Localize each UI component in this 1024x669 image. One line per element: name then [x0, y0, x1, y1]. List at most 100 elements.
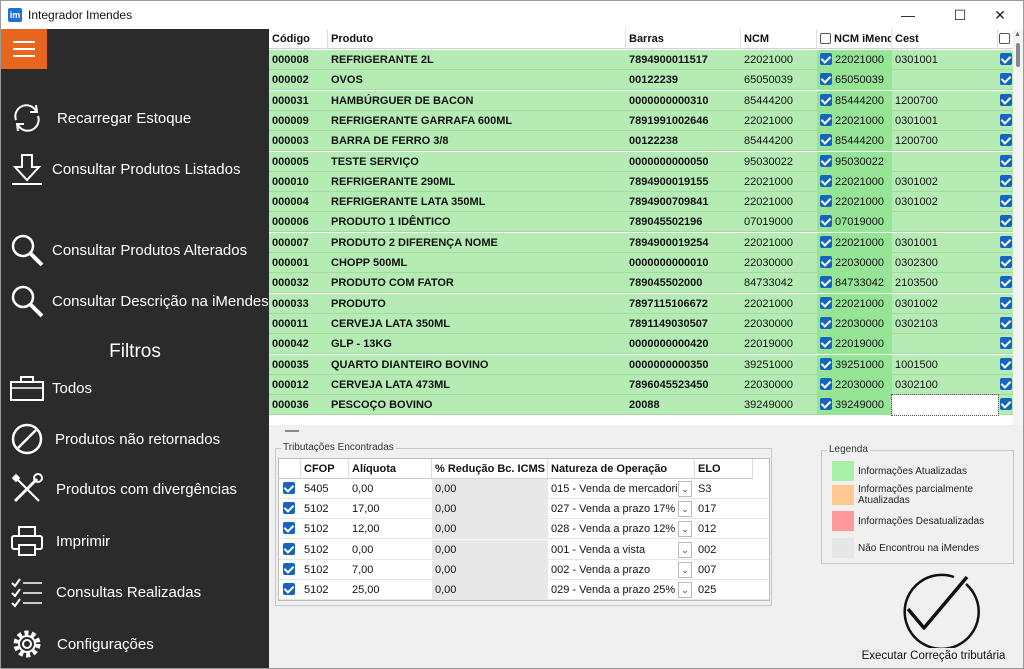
- cest-checkbox[interactable]: [1000, 93, 1012, 106]
- cest-checkbox[interactable]: [1000, 296, 1012, 309]
- cest-select-all-checkbox[interactable]: [999, 33, 1010, 44]
- cell-natureza[interactable]: 015 - Venda de mercadoria ⌄: [548, 479, 695, 499]
- chevron-down-icon[interactable]: ⌄: [678, 501, 692, 518]
- row-select-cell[interactable]: [279, 540, 301, 560]
- cell-ncm-imendes[interactable]: 39251000: [817, 354, 892, 375]
- cest-checkbox-cell[interactable]: [1000, 212, 1014, 232]
- table-row[interactable]: 000002 OVOS 00122239 65050039 65050039: [269, 70, 1014, 91]
- cell-ncm-imendes[interactable]: 85444200: [817, 90, 892, 111]
- table-row[interactable]: 5102 7,00 0,00 002 - Venda a prazo ⌄ 007: [279, 559, 769, 580]
- column-header-barras[interactable]: Barras: [626, 29, 741, 49]
- cell-ncm-imendes[interactable]: 95030022: [817, 151, 892, 172]
- table-row[interactable]: 000033 PRODUTO 7897115106672 22021000 220210…: [269, 293, 1014, 314]
- row-select-checkbox[interactable]: [283, 522, 295, 535]
- row-select-cell[interactable]: [279, 560, 301, 580]
- column-header-aliquota[interactable]: Alíquota: [349, 459, 432, 479]
- cest-checkbox[interactable]: [1000, 113, 1012, 126]
- cest-checkbox[interactable]: [1000, 398, 1012, 411]
- cest-checkbox-cell[interactable]: [1000, 395, 1014, 415]
- table-row[interactable]: 000004 REFRIGERANTE LATA 350ML 78949007098…: [269, 192, 1014, 213]
- cell-natureza[interactable]: 029 - Venda a prazo 25% ⌄: [548, 580, 695, 600]
- cest-checkbox[interactable]: [1000, 154, 1012, 167]
- table-row[interactable]: 000032 PRODUTO COM FATOR 789045502000 84733…: [269, 273, 1014, 294]
- ncm-imendes-checkbox[interactable]: [820, 357, 832, 370]
- ncm-imendes-checkbox[interactable]: [820, 53, 832, 65]
- row-select-cell[interactable]: [279, 499, 301, 519]
- cest-checkbox-cell[interactable]: [1000, 273, 1014, 293]
- table-row[interactable]: 5102 0,00 0,00 001 - Venda a vista ⌄ 002: [279, 539, 769, 560]
- column-header-ncm-imendes[interactable]: NCM iMendes: [817, 29, 892, 49]
- column-header-produto[interactable]: Produto: [328, 29, 626, 49]
- row-select-cell[interactable]: [279, 519, 301, 539]
- close-button[interactable]: ✕: [977, 1, 1023, 29]
- sidebar-item-consultar-produtos-listados[interactable]: Consultar Produtos Listados: [1, 149, 269, 189]
- table-row[interactable]: 000036 PESCOÇO BOVINO 20088 39249000 3924900…: [269, 394, 1014, 417]
- cell-ncm-imendes[interactable]: 22030000: [817, 313, 892, 334]
- cest-checkbox-cell[interactable]: [1000, 70, 1014, 90]
- cell-natureza[interactable]: 028 - Venda a prazo 12% ⌄: [548, 519, 695, 539]
- sidebar-item-recarregar-estoque[interactable]: Recarregar Estoque: [1, 98, 269, 138]
- ncm-imendes-checkbox[interactable]: [820, 316, 832, 329]
- row-select-checkbox[interactable]: [283, 542, 295, 555]
- cest-checkbox-cell[interactable]: [1000, 50, 1014, 70]
- cest-checkbox[interactable]: [1000, 215, 1012, 228]
- table-row[interactable]: 000012 CERVEJA LATA 473ML 7896045523450 220…: [269, 374, 1014, 395]
- ncm-imendes-checkbox[interactable]: [820, 276, 832, 289]
- cest-checkbox-cell[interactable]: [1000, 294, 1014, 314]
- ncm-imendes-checkbox[interactable]: [820, 377, 832, 390]
- configuracoes-button[interactable]: Configurações: [1, 624, 269, 664]
- cest-checkbox-cell[interactable]: [1000, 233, 1014, 253]
- cell-ncm-imendes[interactable]: 22030000: [817, 253, 892, 273]
- tributacoes-grid[interactable]: CFOP Alíquota % Redução Bc. ICMS Naturez…: [278, 458, 770, 601]
- ncm-imendes-checkbox[interactable]: [820, 134, 832, 147]
- cest-checkbox[interactable]: [1000, 276, 1012, 289]
- table-row[interactable]: 000005 TESTE SERVIÇO 0000000000050 95030022…: [269, 151, 1014, 172]
- table-row[interactable]: 000010 REFRIGERANTE 290ML 7894900019155 220…: [269, 171, 1014, 192]
- cest-checkbox[interactable]: [1000, 377, 1012, 390]
- row-select-cell[interactable]: [279, 580, 301, 600]
- filter-produtos-com-divergencias[interactable]: Produtos com divergências: [1, 469, 269, 509]
- chevron-down-icon[interactable]: ⌄: [678, 582, 692, 598]
- cest-checkbox-cell[interactable]: [1000, 355, 1014, 375]
- table-row[interactable]: 5102 12,00 0,00 028 - Venda a prazo 12% ⌄ 012: [279, 519, 769, 540]
- print-button[interactable]: Imprimir: [1, 521, 269, 561]
- chevron-down-icon[interactable]: ⌄: [678, 561, 692, 578]
- table-row[interactable]: 000009 REFRIGERANTE GARRAFA 600ML 78919910…: [269, 110, 1014, 131]
- products-grid[interactable]: Código Produto Barras NCM NCM iMendes Ce…: [269, 29, 1023, 425]
- cest-checkbox-cell[interactable]: [1000, 314, 1014, 334]
- cell-ncm-imendes[interactable]: 22021000: [817, 110, 892, 131]
- cest-checkbox[interactable]: [1000, 53, 1012, 65]
- table-row[interactable]: 000042 GLP - 13KG 0000000000420 22019000 220…: [269, 334, 1014, 355]
- cell-ncm-imendes[interactable]: 22021000: [817, 192, 892, 213]
- column-header-natureza[interactable]: Natureza de Operação: [548, 459, 695, 479]
- cell-ncm-imendes[interactable]: 85444200: [817, 131, 892, 152]
- scroll-up-icon[interactable]: ▲: [1014, 31, 1021, 38]
- cell-ncm-imendes[interactable]: 22021000: [817, 293, 892, 314]
- table-row[interactable]: 000031 HAMBÚRGUER DE BACON 0000000000310 85…: [269, 90, 1014, 111]
- ncm-imendes-checkbox[interactable]: [820, 398, 832, 411]
- cest-checkbox[interactable]: [1000, 174, 1012, 187]
- cest-checkbox-cell[interactable]: [1000, 253, 1014, 273]
- cest-checkbox-cell[interactable]: [1000, 192, 1014, 212]
- cest-checkbox[interactable]: [1000, 134, 1012, 147]
- execute-correction-button[interactable]: Executar Correção tributária: [851, 566, 1016, 666]
- cell-ncm-imendes[interactable]: 22021000: [817, 171, 892, 192]
- ncm-imendes-checkbox[interactable]: [820, 154, 832, 167]
- cell-ncm-imendes[interactable]: 07019000: [817, 212, 892, 233]
- products-grid-scrollbar[interactable]: ▲: [1013, 29, 1023, 425]
- cell-ncm-imendes[interactable]: 65050039: [817, 70, 892, 91]
- row-select-checkbox[interactable]: [283, 562, 295, 575]
- ncm-imendes-select-all-checkbox[interactable]: [820, 33, 831, 44]
- cest-checkbox-cell[interactable]: [1000, 91, 1014, 111]
- ncm-imendes-checkbox[interactable]: [820, 235, 832, 248]
- filter-produtos-nao-retornados[interactable]: Produtos não retornados: [1, 419, 269, 459]
- column-header-ncm[interactable]: NCM: [741, 29, 817, 49]
- column-header-elo[interactable]: ELO: [695, 459, 753, 479]
- column-header-cfop[interactable]: CFOP: [301, 459, 349, 479]
- ncm-imendes-checkbox[interactable]: [820, 113, 832, 126]
- cest-checkbox-cell[interactable]: [1000, 375, 1014, 395]
- scrollbar-thumb[interactable]: [1016, 43, 1020, 67]
- ncm-imendes-checkbox[interactable]: [820, 337, 832, 350]
- cest-checkbox-cell[interactable]: [1000, 172, 1014, 192]
- table-row[interactable]: 000007 PRODUTO 2 DIFERENÇA NOME 7894900019…: [269, 232, 1014, 253]
